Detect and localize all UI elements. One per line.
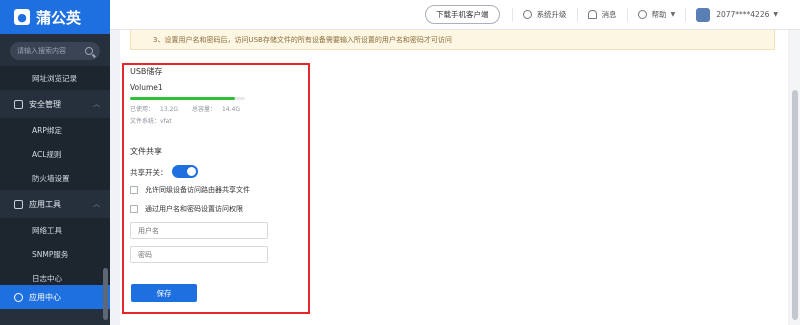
notice-banner: 3、设置用户名和密码后，访问USB存储文件的所有设备需要输入所设置的用户名和密码…: [130, 30, 775, 50]
sidebar-item-network-tools[interactable]: 网络工具: [0, 218, 110, 242]
sidebar-item-label: 应用中心: [29, 292, 61, 302]
usb-storage-title: USB储存: [130, 67, 163, 76]
search-icon[interactable]: [85, 47, 93, 55]
sidebar-item-acl-rules[interactable]: ACL规则: [0, 142, 110, 166]
fs-label: 文件系统：: [130, 118, 161, 125]
sidebar: ● 蒲公英 请输入搜索内容 网址浏览记录 安全管理 ︿ ARP绑定 ACL规则 …: [0, 0, 110, 325]
total-label: 总容量：: [191, 106, 216, 113]
filesystem-text: 文件系统：vfat: [130, 116, 172, 125]
share-switch-label: 共享开关：: [130, 168, 168, 177]
dandelion-logo-icon: ●: [14, 9, 30, 25]
sidebar-group-label: 应用工具: [29, 199, 61, 209]
sidebar-item-label: 日志中心: [32, 273, 62, 283]
app-center-icon: [14, 292, 23, 302]
content-scrollbar-thumb[interactable]: [792, 90, 798, 320]
auth-access-checkbox[interactable]: [130, 205, 138, 213]
upgrade-icon: [522, 10, 532, 19]
sidebar-scrollbar[interactable]: [103, 268, 108, 320]
sidebar-item-arp-binding[interactable]: ARP绑定: [0, 118, 110, 142]
lan-access-option[interactable]: 允许同级设备访问路由器共享文件: [130, 185, 250, 195]
share-toggle[interactable]: [172, 165, 198, 178]
system-upgrade-label: 系统升级: [536, 10, 567, 19]
brand-name: 蒲公英: [36, 8, 82, 27]
chevron-up-icon: ︿: [93, 200, 100, 208]
sidebar-item-label: 防火墙设置: [32, 173, 70, 183]
content-scrollbar[interactable]: [790, 30, 800, 325]
lan-access-label: 允许同级设备访问路由器共享文件: [145, 186, 250, 194]
shield-icon: [14, 99, 23, 109]
sidebar-item-app-center[interactable]: 应用中心: [0, 285, 110, 309]
storage-usage-bar: [130, 97, 245, 100]
download-app-button[interactable]: 下载手机客户端: [425, 5, 500, 24]
system-upgrade-link[interactable]: 系统升级: [511, 7, 577, 22]
caret-down-icon: ▼: [670, 11, 676, 18]
sidebar-item-firewall[interactable]: 防火墙设置: [0, 166, 110, 190]
caret-down-icon: ▼: [773, 11, 778, 18]
sidebar-item-browsing-history[interactable]: 网址浏览记录: [0, 66, 110, 90]
sidebar-group-app-tools[interactable]: 应用工具 ︿: [0, 190, 110, 218]
storage-usage-fill: [130, 97, 236, 100]
sidebar-item-label: ACL规则: [32, 149, 62, 159]
username-input[interactable]: [130, 222, 268, 239]
sidebar-group-label: 安全管理: [29, 99, 61, 109]
help-icon: [637, 10, 647, 19]
sidebar-search-input[interactable]: 请输入搜索内容: [10, 42, 100, 60]
chevron-up-icon: ︿: [93, 100, 100, 108]
top-bar: 下载手机客户端 系统升级 消息 帮助 ▼ 2077****4226 ▼: [110, 0, 800, 30]
account-id: 2077****4226: [716, 10, 770, 19]
sidebar-item-label: SNMP服务: [32, 249, 69, 259]
used-label: 已使用：: [130, 106, 155, 113]
total-value: 14.4G: [221, 106, 240, 113]
file-share-title: 文件共享: [130, 147, 162, 156]
help-label: 帮助: [651, 10, 667, 19]
save-button[interactable]: 保存: [131, 284, 197, 302]
volume-name: Volume1: [130, 83, 163, 92]
avatar: [696, 7, 711, 22]
sidebar-search-placeholder: 请输入搜索内容: [17, 47, 66, 55]
brand-logo[interactable]: ● 蒲公英: [0, 0, 110, 34]
sidebar-item-label: 网址浏览记录: [32, 73, 77, 83]
messages-label: 消息: [601, 10, 617, 19]
messages-link[interactable]: 消息: [576, 7, 627, 22]
auth-access-label: 通过用户名和密码设置访问权限: [145, 205, 243, 213]
used-value: 13.2G: [160, 106, 179, 113]
bell-icon: [587, 10, 597, 19]
toolbox-icon: [14, 199, 23, 209]
lan-access-checkbox[interactable]: [130, 186, 138, 194]
sidebar-item-label: ARP绑定: [32, 125, 62, 135]
fs-value: vfat: [160, 118, 172, 125]
storage-usage-text: 已使用： 13.2G 总容量： 14.4G: [130, 104, 252, 113]
sidebar-group-security[interactable]: 安全管理 ︿: [0, 90, 110, 118]
password-input[interactable]: [130, 246, 268, 263]
sidebar-item-label: 网络工具: [32, 225, 62, 235]
account-menu[interactable]: 2077****4226 ▼: [685, 7, 788, 22]
auth-access-option[interactable]: 通过用户名和密码设置访问权限: [130, 204, 243, 214]
sidebar-item-snmp[interactable]: SNMP服务: [0, 242, 110, 266]
help-menu[interactable]: 帮助 ▼: [626, 7, 686, 22]
